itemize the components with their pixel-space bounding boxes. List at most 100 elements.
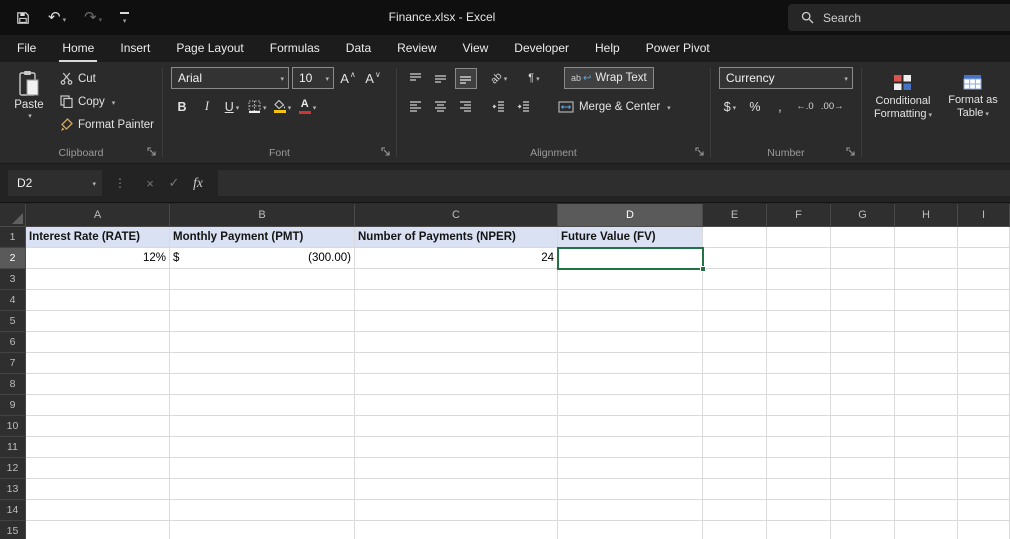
- cell-C11[interactable]: [355, 437, 558, 458]
- cell-H12[interactable]: [895, 458, 958, 479]
- cell-B5[interactable]: [170, 311, 355, 332]
- row-header-14[interactable]: 14: [0, 500, 26, 521]
- selected-cell-outline[interactable]: [557, 247, 704, 270]
- cell-G15[interactable]: [831, 521, 895, 539]
- cell-E11[interactable]: [703, 437, 767, 458]
- cell-D7[interactable]: [558, 353, 703, 374]
- cell-I4[interactable]: [958, 290, 1010, 311]
- row-header-9[interactable]: 9: [0, 395, 26, 416]
- column-header-B[interactable]: B: [170, 204, 355, 227]
- cell-H10[interactable]: [895, 416, 958, 437]
- cell-H8[interactable]: [895, 374, 958, 395]
- cell-E4[interactable]: [703, 290, 767, 311]
- cell-B14[interactable]: [170, 500, 355, 521]
- cell-D13[interactable]: [558, 479, 703, 500]
- align-left-button[interactable]: [405, 96, 427, 117]
- cell-F1[interactable]: [767, 227, 831, 248]
- cell-A15[interactable]: [26, 521, 170, 539]
- align-right-button[interactable]: [455, 96, 477, 117]
- cell-F13[interactable]: [767, 479, 831, 500]
- cell-D12[interactable]: [558, 458, 703, 479]
- tab-review[interactable]: Review: [384, 35, 449, 62]
- cell-A14[interactable]: [26, 500, 170, 521]
- percent-style-button[interactable]: %: [744, 96, 766, 117]
- cell-I15[interactable]: [958, 521, 1010, 539]
- cell-A8[interactable]: [26, 374, 170, 395]
- cell-C5[interactable]: [355, 311, 558, 332]
- decrease-decimal-button[interactable]: .00→: [819, 96, 846, 117]
- number-format-select[interactable]: Currency▾: [719, 67, 853, 89]
- cell-A12[interactable]: [26, 458, 170, 479]
- wrap-text-button[interactable]: ab↩ Wrap Text: [564, 67, 654, 89]
- align-center-button[interactable]: [430, 96, 452, 117]
- column-header-D[interactable]: D: [558, 204, 703, 227]
- cell-I2[interactable]: [958, 248, 1010, 269]
- cell-A5[interactable]: [26, 311, 170, 332]
- customize-quick-access-toolbar-button[interactable]: ▾: [120, 12, 129, 23]
- tab-developer[interactable]: Developer: [501, 35, 582, 62]
- cell-F12[interactable]: [767, 458, 831, 479]
- column-header-G[interactable]: G: [831, 204, 895, 227]
- row-header-7[interactable]: 7: [0, 353, 26, 374]
- cancel-button[interactable]: ×: [138, 176, 162, 191]
- redo-button[interactable]: ↷▾: [84, 10, 102, 25]
- tab-data[interactable]: Data: [333, 35, 384, 62]
- cell-D1[interactable]: Future Value (FV): [558, 227, 703, 248]
- cell-D8[interactable]: [558, 374, 703, 395]
- cell-F3[interactable]: [767, 269, 831, 290]
- cell-E9[interactable]: [703, 395, 767, 416]
- font-name-select[interactable]: Arial▾: [171, 67, 289, 89]
- cell-G6[interactable]: [831, 332, 895, 353]
- merge-center-button[interactable]: Merge & Center ▾: [554, 96, 675, 117]
- cell-F10[interactable]: [767, 416, 831, 437]
- cell-E6[interactable]: [703, 332, 767, 353]
- cell-A1[interactable]: Interest Rate (RATE): [26, 227, 170, 248]
- cell-G2[interactable]: [831, 248, 895, 269]
- save-button[interactable]: [16, 11, 30, 25]
- tab-file[interactable]: File: [4, 35, 49, 62]
- cut-button[interactable]: Cut: [56, 68, 158, 89]
- cell-H15[interactable]: [895, 521, 958, 539]
- cell-G5[interactable]: [831, 311, 895, 332]
- font-color-button[interactable]: A ▾: [297, 96, 319, 117]
- cell-F14[interactable]: [767, 500, 831, 521]
- cell-D5[interactable]: [558, 311, 703, 332]
- cell-A3[interactable]: [26, 269, 170, 290]
- cell-E12[interactable]: [703, 458, 767, 479]
- cell-H7[interactable]: [895, 353, 958, 374]
- cell-I9[interactable]: [958, 395, 1010, 416]
- row-header-3[interactable]: 3: [0, 269, 26, 290]
- cell-I8[interactable]: [958, 374, 1010, 395]
- cell-D4[interactable]: [558, 290, 703, 311]
- search-box[interactable]: Search: [788, 4, 1010, 31]
- cell-A10[interactable]: [26, 416, 170, 437]
- cell-E15[interactable]: [703, 521, 767, 539]
- cell-A6[interactable]: [26, 332, 170, 353]
- cell-C8[interactable]: [355, 374, 558, 395]
- middle-align-button[interactable]: [430, 68, 452, 89]
- tab-insert[interactable]: Insert: [107, 35, 163, 62]
- cell-I3[interactable]: [958, 269, 1010, 290]
- cell-H9[interactable]: [895, 395, 958, 416]
- cell-I10[interactable]: [958, 416, 1010, 437]
- format-painter-button[interactable]: Format Painter: [56, 114, 158, 135]
- decrease-indent-button[interactable]: [488, 96, 510, 117]
- cell-D11[interactable]: [558, 437, 703, 458]
- cell-E7[interactable]: [703, 353, 767, 374]
- conditional-formatting-button[interactable]: Conditional Formatting▾: [870, 67, 936, 146]
- increase-decimal-button[interactable]: ←.0: [794, 96, 816, 117]
- cell-C4[interactable]: [355, 290, 558, 311]
- cell-A11[interactable]: [26, 437, 170, 458]
- cell-H5[interactable]: [895, 311, 958, 332]
- cell-E8[interactable]: [703, 374, 767, 395]
- cell-C9[interactable]: [355, 395, 558, 416]
- cell-G8[interactable]: [831, 374, 895, 395]
- increase-indent-button[interactable]: [513, 96, 535, 117]
- cell-I14[interactable]: [958, 500, 1010, 521]
- enter-button[interactable]: ✓: [162, 175, 186, 191]
- cell-B7[interactable]: [170, 353, 355, 374]
- copy-button[interactable]: Copy ▾: [56, 91, 158, 112]
- cell-F7[interactable]: [767, 353, 831, 374]
- tab-page-layout[interactable]: Page Layout: [163, 35, 256, 62]
- cell-B15[interactable]: [170, 521, 355, 539]
